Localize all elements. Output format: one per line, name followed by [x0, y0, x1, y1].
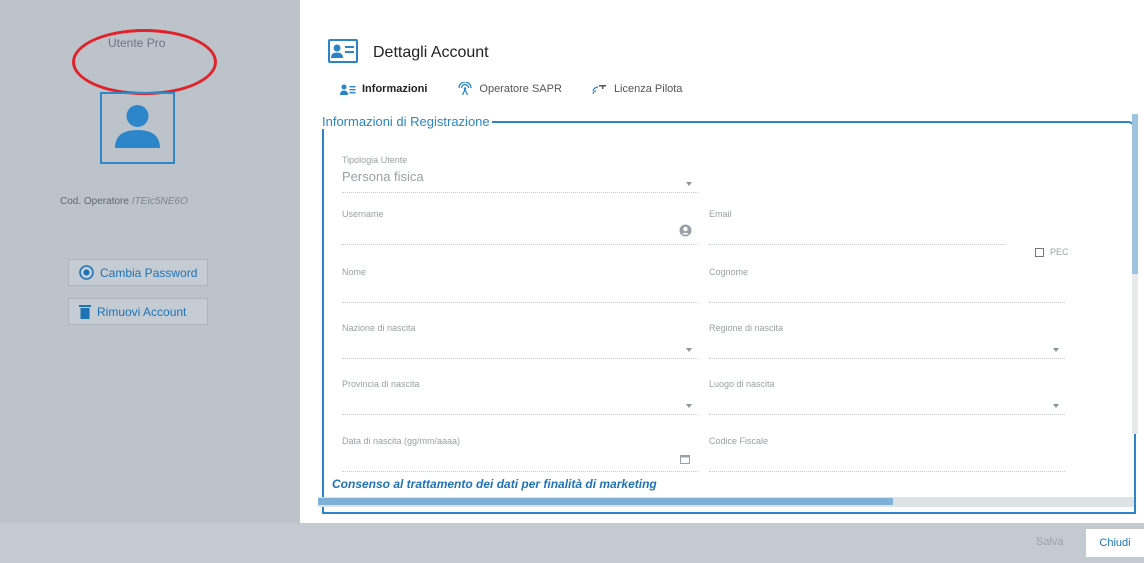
- field-underline: [709, 414, 1065, 415]
- drone-signal-icon: [592, 85, 606, 95]
- field-underline: [342, 414, 698, 415]
- operator-code: Cod. Operatore ITEIc5NE6O: [60, 196, 188, 207]
- regione-select[interactable]: Regione di nascita: [709, 323, 1065, 359]
- remove-account-label: Rimuovi Account: [97, 304, 187, 319]
- birthdate-field[interactable]: Data di nascita (gg/mm/aaaa): [342, 436, 698, 472]
- birthdate-label: Data di nascita (gg/mm/aaaa): [342, 436, 461, 446]
- horizontal-scrollbar-thumb[interactable]: [318, 498, 893, 505]
- field-underline: [709, 244, 1005, 245]
- nome-field[interactable]: Nome: [342, 267, 698, 303]
- field-underline: [342, 358, 698, 359]
- provincia-label: Provincia di nascita: [342, 379, 420, 389]
- chevron-down-icon: [686, 404, 692, 408]
- dialog-footer: Salva Chiudi: [0, 523, 1144, 563]
- highlight-circle: [72, 29, 217, 95]
- chevron-down-icon: [686, 348, 692, 352]
- pec-checkbox[interactable]: PEC: [1035, 247, 1069, 257]
- username-field[interactable]: Username: [342, 209, 698, 245]
- codice-fiscale-field[interactable]: Codice Fiscale: [709, 436, 1065, 472]
- user-type-field-label: Tipologia Utente: [342, 155, 408, 165]
- tab-operatore-sapr-label: Operatore SAPR: [479, 83, 562, 95]
- close-button[interactable]: Chiudi: [1086, 529, 1144, 557]
- vertical-scrollbar-thumb[interactable]: [1132, 114, 1138, 274]
- antenna-icon: [458, 82, 473, 96]
- user-icon: [115, 105, 160, 148]
- change-password-button[interactable]: Cambia Password: [68, 259, 208, 286]
- regione-label: Regione di nascita: [709, 323, 784, 333]
- marketing-consent-title: Consenso al trattamento dei dati per fin…: [332, 477, 657, 491]
- account-circle-icon: [679, 224, 692, 237]
- horizontal-scrollbar[interactable]: [318, 497, 1134, 507]
- chevron-down-icon: [1053, 404, 1059, 408]
- field-underline: [342, 244, 698, 245]
- pec-checkbox-box[interactable]: [1035, 247, 1044, 257]
- nazione-select[interactable]: Nazione di nascita: [342, 323, 698, 359]
- field-underline: [342, 192, 698, 193]
- luogo-select[interactable]: Luogo di nascita: [709, 379, 1065, 415]
- account-sidebar: Utente Pro Cod. Operatore ITEIc5NE6O Cam…: [0, 0, 300, 523]
- field-underline: [709, 302, 1065, 303]
- email-field[interactable]: Email: [709, 209, 1005, 245]
- email-label: Email: [709, 209, 732, 219]
- codice-fiscale-label: Codice Fiscale: [709, 436, 769, 446]
- tab-operatore-sapr[interactable]: Operatore SAPR: [457, 82, 562, 96]
- field-underline: [342, 471, 698, 472]
- tab-informazioni[interactable]: Informazioni: [340, 82, 427, 96]
- user-list-icon: [340, 84, 356, 95]
- id-card-icon: [328, 39, 358, 63]
- avatar: [100, 92, 175, 164]
- operator-code-label: Cod. Operatore: [60, 196, 129, 207]
- save-button[interactable]: Salva: [1036, 536, 1064, 548]
- vertical-scrollbar[interactable]: [1132, 114, 1138, 434]
- tab-informazioni-label: Informazioni: [362, 83, 428, 95]
- form-scroll-area[interactable]: Informazioni di Registrazione Tipologia …: [318, 100, 1144, 523]
- change-password-label: Cambia Password: [100, 265, 198, 280]
- calendar-icon[interactable]: [680, 454, 690, 464]
- user-type-value: Persona fisica: [342, 169, 424, 184]
- panel-header: Dettagli Account Informazioni Operatore …: [300, 0, 1144, 100]
- chevron-down-icon: [1053, 348, 1059, 352]
- operator-code-value: ITEIc5NE6O: [131, 196, 188, 207]
- section-title: Informazioni di Registrazione: [322, 114, 490, 129]
- chevron-down-icon: [686, 182, 692, 186]
- registration-section: Informazioni di Registrazione Tipologia …: [322, 114, 1136, 514]
- trash-icon: [79, 305, 91, 319]
- refresh-lock-icon: [79, 265, 94, 280]
- tab-licenza-pilota-label: Licenza Pilota: [613, 83, 683, 95]
- remove-account-button[interactable]: Rimuovi Account: [68, 298, 208, 325]
- field-underline: [709, 471, 1065, 472]
- username-label: Username: [342, 209, 384, 219]
- field-underline: [709, 358, 1065, 359]
- user-type-select[interactable]: Tipologia Utente Persona fisica: [342, 155, 698, 193]
- cognome-label: Cognome: [709, 267, 749, 277]
- tab-licenza-pilota[interactable]: Licenza Pilota: [592, 82, 683, 96]
- cognome-field[interactable]: Cognome: [709, 267, 1065, 303]
- nome-label: Nome: [342, 267, 367, 277]
- provincia-select[interactable]: Provincia di nascita: [342, 379, 698, 415]
- field-underline: [342, 302, 698, 303]
- account-details-panel: Dettagli Account Informazioni Operatore …: [300, 0, 1144, 523]
- pec-label: PEC: [1050, 247, 1069, 257]
- nazione-label: Nazione di nascita: [342, 323, 416, 333]
- page-title: Dettagli Account: [373, 44, 489, 61]
- tab-bar: Informazioni Operatore SAPR Licenza Pilo…: [340, 82, 682, 96]
- luogo-label: Luogo di nascita: [709, 379, 775, 389]
